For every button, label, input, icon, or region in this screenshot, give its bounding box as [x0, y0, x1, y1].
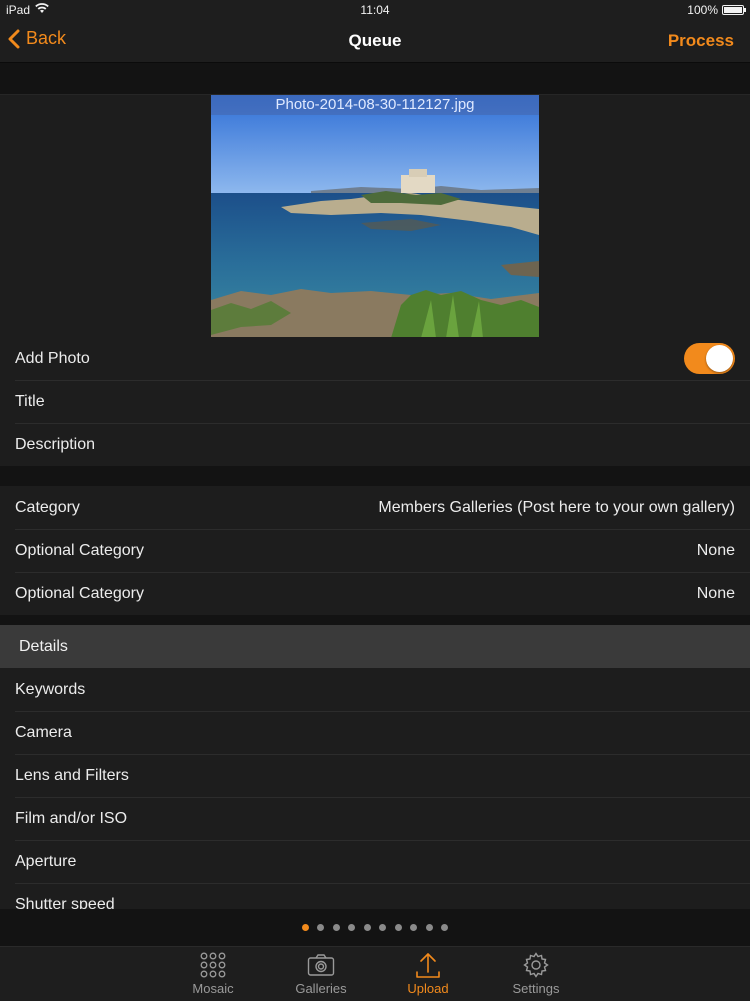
- page-dot[interactable]: [348, 924, 356, 931]
- process-button[interactable]: Process: [668, 31, 734, 51]
- battery-icon: [722, 5, 746, 15]
- page-control[interactable]: [0, 909, 750, 946]
- page-dot[interactable]: [410, 924, 418, 931]
- details-row-label: Film and/or ISO: [15, 809, 128, 827]
- status-bar: iPad 11:04 100%: [0, 0, 750, 20]
- battery-percent: 100%: [687, 3, 718, 17]
- details-row-keywords[interactable]: Keywords: [0, 668, 750, 711]
- optional-category-value: None: [696, 584, 735, 602]
- details-row-aperture[interactable]: Aperture: [0, 840, 750, 883]
- add-photo-toggle[interactable]: [684, 343, 735, 374]
- details-list: Keywords Camera Lens and Filters Film an…: [0, 668, 750, 909]
- add-photo-row: Add Photo: [0, 337, 750, 380]
- chevron-left-icon: [8, 29, 20, 48]
- seascape-photo: [211, 95, 539, 338]
- page-dot[interactable]: [317, 924, 325, 931]
- tab-bar: Mosaic Galleries Upload Settings: [0, 946, 750, 1001]
- title-row[interactable]: Title: [0, 380, 750, 423]
- details-row-label: Lens and Filters: [15, 766, 129, 784]
- optional-category-label: Optional Category: [15, 541, 144, 559]
- upload-icon: [415, 951, 441, 979]
- category-value: Members Galleries (Post here to your own…: [378, 498, 735, 516]
- tab-label: Settings: [512, 981, 560, 996]
- page-dot[interactable]: [441, 924, 449, 931]
- tab-settings[interactable]: Settings: [496, 951, 576, 996]
- description-row[interactable]: Description: [0, 423, 750, 466]
- add-photo-label: Add Photo: [15, 349, 90, 367]
- tab-galleries[interactable]: Galleries: [281, 951, 361, 996]
- optional-category-label: Optional Category: [15, 584, 144, 602]
- page-dot[interactable]: [379, 924, 387, 931]
- photo-preview-area: Photo-2014-08-30-112127.jpg: [0, 94, 750, 338]
- details-row-film-iso[interactable]: Film and/or ISO: [0, 797, 750, 840]
- page-dot[interactable]: [394, 924, 402, 931]
- tab-label: Galleries: [295, 981, 347, 996]
- page-dot[interactable]: [332, 924, 340, 931]
- back-button[interactable]: Back: [8, 28, 66, 49]
- photo-filename: Photo-2014-08-30-112127.jpg: [211, 95, 539, 115]
- description-label: Description: [15, 435, 96, 453]
- navigation-bar: Back Queue Process: [0, 20, 750, 63]
- details-row-label: Shutter speed: [15, 895, 115, 910]
- back-button-label: Back: [26, 28, 67, 48]
- photo-options-group: Add Photo Title Description: [0, 337, 750, 466]
- tab-mosaic[interactable]: Mosaic: [173, 951, 253, 996]
- status-right: 100%: [687, 3, 746, 17]
- details-header-label: Details: [19, 637, 68, 655]
- tab-upload[interactable]: Upload: [388, 951, 468, 996]
- category-group: Category Members Galleries (Post here to…: [0, 486, 750, 615]
- details-section-header: Details: [0, 625, 750, 668]
- optional-category-row[interactable]: Optional Category None: [0, 529, 750, 572]
- details-row-shutter-speed[interactable]: Shutter speed: [0, 883, 750, 909]
- tab-label: Mosaic: [192, 981, 234, 996]
- category-label: Category: [15, 498, 80, 516]
- mosaic-grid-icon: [200, 951, 226, 979]
- category-row[interactable]: Category Members Galleries (Post here to…: [0, 486, 750, 529]
- status-time: 11:04: [360, 3, 390, 17]
- toggle-knob: [706, 345, 733, 372]
- photo-thumbnail[interactable]: Photo-2014-08-30-112127.jpg: [211, 95, 539, 338]
- title-label: Title: [15, 392, 45, 410]
- page-dot[interactable]: [363, 924, 371, 931]
- details-row-label: Aperture: [15, 852, 77, 870]
- page-dot[interactable]: [425, 924, 433, 931]
- camera-icon: [307, 951, 335, 979]
- tab-label: Upload: [407, 981, 449, 996]
- details-row-camera[interactable]: Camera: [0, 711, 750, 754]
- gear-icon: [523, 951, 549, 979]
- details-row-lens[interactable]: Lens and Filters: [0, 754, 750, 797]
- optional-category-value: None: [696, 541, 735, 559]
- details-row-label: Camera: [15, 723, 72, 741]
- page-title: Queue: [348, 31, 402, 50]
- page-dot[interactable]: [301, 924, 309, 931]
- details-row-label: Keywords: [15, 680, 86, 698]
- optional-category-row[interactable]: Optional Category None: [0, 572, 750, 615]
